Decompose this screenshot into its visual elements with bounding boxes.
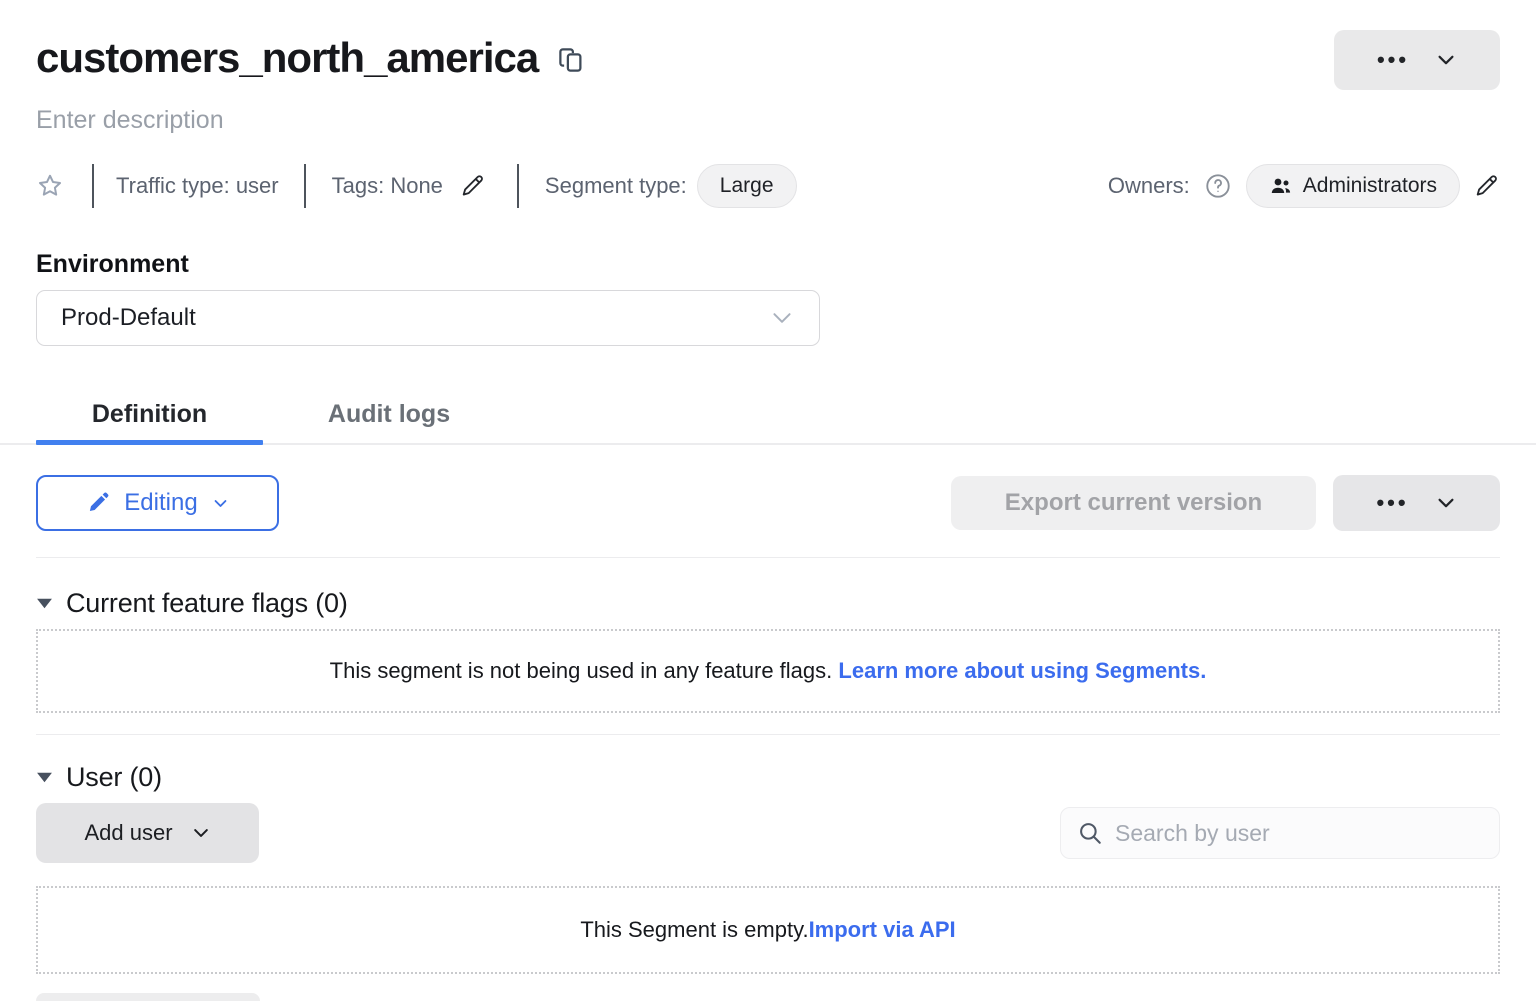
collapse-triangle-icon [36, 596, 53, 611]
user-controls-row: Add user [36, 803, 1500, 863]
copy-icon[interactable] [556, 45, 586, 75]
feature-flags-section-title: Current feature flags (0) [66, 588, 348, 619]
feature-flags-empty-text: This segment is not being used in any fe… [330, 658, 833, 684]
import-via-api-link[interactable]: Import via API [809, 917, 956, 943]
environment-selected-value: Prod-Default [61, 304, 196, 332]
user-empty-text: This Segment is empty. [580, 917, 808, 943]
traffic-type-label: Traffic type: user [116, 173, 279, 199]
user-empty-state: This Segment is empty. Import via API [36, 886, 1500, 974]
tab-audit-logs[interactable]: Audit logs [263, 386, 515, 443]
user-search-box [1060, 807, 1500, 859]
toolbar: Editing Export current version ••• [36, 475, 1500, 531]
ellipsis-icon: ••• [1376, 492, 1408, 514]
chevron-down-icon [769, 305, 795, 331]
section-divider [36, 734, 1500, 735]
meta-separator [517, 164, 519, 208]
add-user-button-label: Add user [84, 820, 172, 846]
owners-help-icon[interactable] [1204, 172, 1232, 200]
environment-select[interactable]: Prod-Default [36, 290, 820, 346]
export-current-version-button[interactable]: Export current version [951, 476, 1316, 530]
add-user-button[interactable]: Add user [36, 803, 259, 863]
segment-type-badge: Large [697, 164, 797, 208]
chevron-down-icon [212, 495, 229, 512]
search-icon [1077, 820, 1103, 846]
user-section-title: User (0) [66, 762, 162, 793]
partial-bottom-button[interactable] [36, 993, 260, 1001]
environment-label: Environment [36, 250, 1500, 279]
header-more-button[interactable]: ••• [1334, 30, 1500, 90]
title-wrap: customers_north_america [36, 30, 586, 86]
toolbar-right: Export current version ••• [951, 475, 1500, 531]
toolbar-divider [36, 557, 1500, 558]
feature-flags-section-header[interactable]: Current feature flags (0) [36, 588, 1500, 619]
editing-mode-button[interactable]: Editing [36, 475, 279, 531]
segment-type-badge-label: Large [720, 174, 774, 198]
chevron-down-icon [191, 823, 211, 843]
segment-type-label: Segment type: [545, 173, 687, 199]
chevron-down-icon [1435, 49, 1457, 71]
ellipsis-icon: ••• [1377, 49, 1409, 71]
owners-badge[interactable]: Administrators [1246, 164, 1460, 208]
people-icon [1269, 174, 1293, 198]
tabs: Definition Audit logs [0, 386, 1536, 443]
learn-more-link[interactable]: Learn more about using Segments. [838, 658, 1206, 684]
search-by-user-input[interactable] [1115, 820, 1483, 847]
owners-label: Owners: [1108, 173, 1190, 199]
chevron-down-icon [1435, 492, 1457, 514]
tabs-bar: Definition Audit logs [0, 386, 1536, 445]
editing-button-label: Editing [124, 489, 197, 517]
header: customers_north_america ••• [36, 30, 1500, 90]
edit-tags-pencil-icon[interactable] [460, 173, 486, 199]
meta-separator [92, 164, 94, 208]
toolbar-more-button[interactable]: ••• [1333, 475, 1500, 531]
owners-badge-label: Administrators [1303, 174, 1437, 198]
tab-definition[interactable]: Definition [36, 386, 263, 443]
favorite-star-icon[interactable] [36, 172, 64, 200]
meta-separator [304, 164, 306, 208]
description-placeholder[interactable]: Enter description [36, 106, 1500, 135]
meta-row: Traffic type: user Tags: None Segment ty… [36, 162, 1500, 210]
tags-label: Tags: None [332, 173, 443, 199]
meta-left: Traffic type: user Tags: None Segment ty… [36, 164, 797, 208]
feature-flags-empty-state: This segment is not being used in any fe… [36, 629, 1500, 713]
meta-right: Owners: Administrators [1108, 164, 1500, 208]
collapse-triangle-icon [36, 770, 53, 785]
page-title: customers_north_america [36, 30, 538, 86]
pencil-icon [86, 491, 110, 515]
user-section-header[interactable]: User (0) [36, 762, 1500, 793]
edit-owners-pencil-icon[interactable] [1474, 173, 1500, 199]
segment-detail-page: customers_north_america ••• Enter descri… [0, 0, 1536, 1001]
